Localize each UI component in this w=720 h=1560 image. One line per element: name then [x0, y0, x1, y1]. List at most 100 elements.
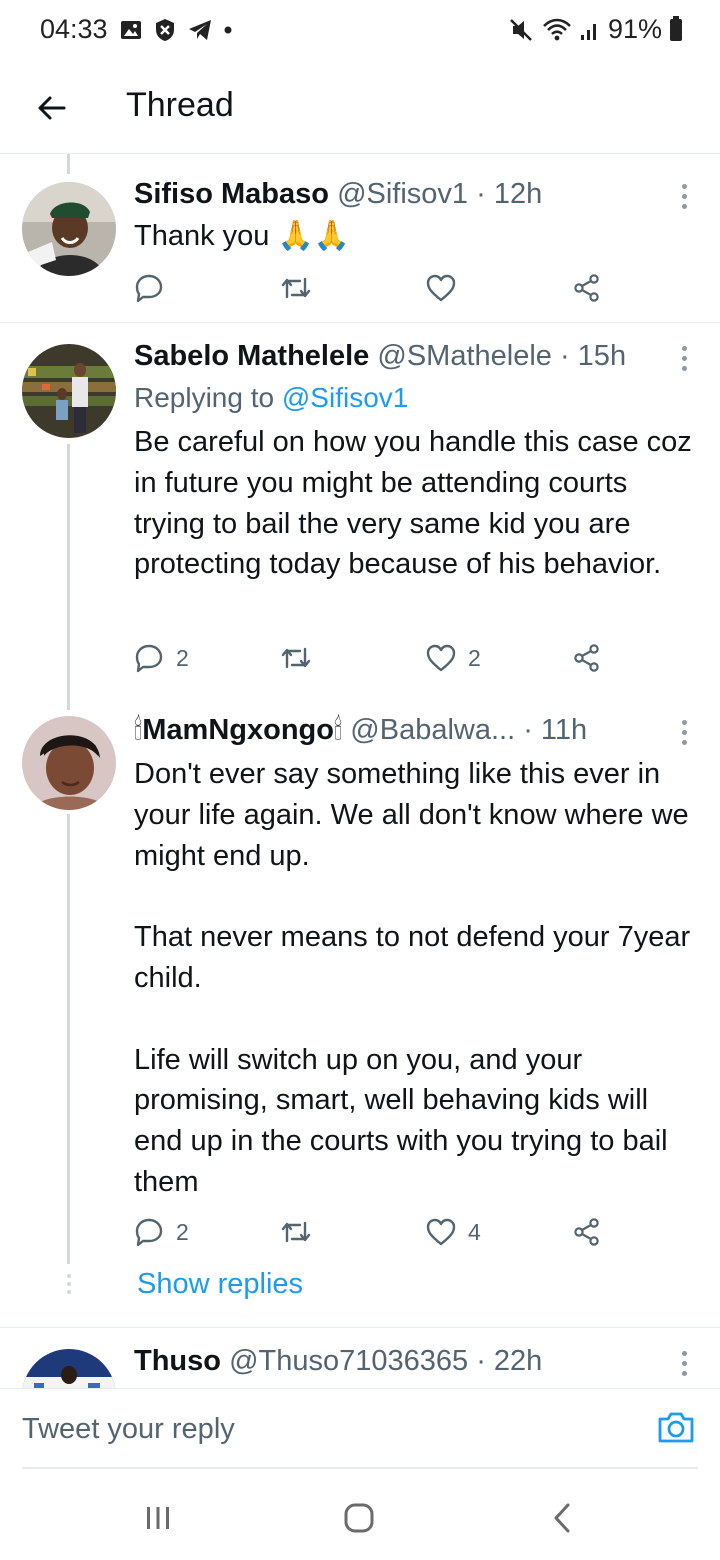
like-button[interactable] — [426, 268, 468, 308]
share-icon — [574, 644, 599, 672]
like-count: 4 — [468, 1218, 481, 1245]
recents-button[interactable] — [138, 1498, 178, 1538]
author-name[interactable]: Sifiso Mabaso — [134, 178, 329, 210]
retweet-button[interactable] — [280, 1212, 312, 1252]
battery-icon — [670, 15, 682, 41]
more-dots-icon — [681, 183, 687, 189]
retweet-button[interactable] — [280, 638, 312, 678]
more-options-button[interactable] — [672, 712, 696, 752]
signal-icon — [580, 19, 600, 41]
heart-icon — [426, 644, 456, 672]
page-title: Thread — [126, 86, 234, 124]
retweet-icon — [281, 277, 311, 299]
tweet-text: Thank you 🙏🙏 — [134, 220, 350, 252]
tweet-header: Sabelo Mathelele @SMathelele · 15h — [134, 338, 660, 374]
battery-percent: 91% — [607, 14, 662, 44]
author-handle[interactable]: @SMathelele — [377, 340, 552, 372]
share-button[interactable] — [572, 638, 602, 678]
author-name[interactable]: MamNgxongo — [142, 714, 334, 746]
share-icon — [574, 274, 599, 302]
status-right: 91% — [508, 14, 682, 45]
avatar[interactable] — [22, 1349, 116, 1388]
more-options-button[interactable] — [672, 1343, 696, 1383]
reply-count: 2 — [176, 644, 189, 671]
home-icon — [344, 1503, 374, 1533]
author-name[interactable]: Sabelo Mathelele — [134, 340, 369, 372]
telegram-icon — [188, 19, 212, 41]
tweet-actions: 2 2 — [134, 638, 604, 678]
camera-button[interactable] — [656, 1407, 696, 1447]
share-icon — [574, 1218, 599, 1246]
retweet-button[interactable] — [280, 268, 312, 308]
tweet-header: Sifiso Mabaso @Sifisov1 · 12h — [134, 176, 660, 212]
replying-to-mention[interactable]: @Sifisov1 — [282, 382, 408, 413]
mute-icon — [508, 17, 534, 43]
reply-button[interactable]: 2 — [134, 638, 189, 678]
arrow-left-icon — [38, 96, 66, 120]
tweet-actions: 2 4 — [134, 1212, 604, 1252]
replying-to: Replying to @Sifisov1 — [134, 380, 408, 416]
system-back-button[interactable] — [542, 1498, 582, 1538]
home-button[interactable] — [339, 1498, 379, 1538]
like-button[interactable]: 2 — [426, 638, 481, 678]
more-dots-icon — [681, 1350, 687, 1356]
shield-icon — [154, 18, 176, 42]
author-handle[interactable]: @Sifisov1 — [337, 178, 468, 210]
app-header: Thread — [0, 62, 720, 154]
author-name[interactable]: Thuso — [134, 1345, 221, 1377]
author-handle[interactable]: @Babalwa... — [350, 714, 515, 746]
reply-button[interactable] — [134, 268, 176, 308]
more-dots-icon — [681, 345, 687, 351]
retweet-icon — [281, 1221, 311, 1243]
author-handle[interactable]: @Thuso71036365 — [229, 1345, 468, 1377]
tweet[interactable]: Sifiso Mabaso @Sifisov1 · 12h Thank you … — [0, 154, 720, 323]
status-left: 04:33 — [40, 14, 232, 45]
reply-count: 2 — [176, 1218, 189, 1245]
share-button[interactable] — [572, 268, 602, 308]
retweet-icon — [281, 647, 311, 669]
tweet-time: · 15h — [559, 340, 627, 372]
reply-input[interactable]: Tweet your reply — [22, 1413, 235, 1446]
thread-more-dots — [66, 1274, 72, 1294]
tweet-header: 🕯MamNgxongo🕯 @Babalwa... · 11h — [134, 712, 660, 748]
more-options-button[interactable] — [672, 338, 696, 378]
reply-icon — [135, 274, 163, 303]
like-button[interactable]: 4 — [426, 1212, 481, 1252]
tweet[interactable]: Sabelo Mathelele @SMathelele · 15h Reply… — [0, 324, 720, 696]
reply-composer: Tweet your reply — [0, 1388, 720, 1469]
reply-button[interactable]: 2 — [134, 1212, 189, 1252]
tweet[interactable]: 🕯MamNgxongo🕯 @Babalwa... · 11h Don't eve… — [0, 696, 720, 1328]
recents-icon — [147, 1507, 169, 1529]
avatar[interactable] — [22, 344, 116, 438]
camera-icon — [658, 1412, 694, 1443]
show-replies-link[interactable]: Show replies — [137, 1268, 303, 1301]
status-time: 04:33 — [40, 14, 108, 44]
avatar[interactable] — [22, 716, 116, 810]
system-nav-bar — [0, 1470, 720, 1560]
candle-emoji-icon: 🕯 — [134, 714, 143, 746]
tweet-time: · 22h — [476, 1345, 543, 1377]
dot-icon — [224, 26, 232, 34]
status-bar: 04:33 91% — [0, 0, 720, 62]
candle-emoji-icon: 🕯 — [333, 714, 343, 746]
back-button[interactable] — [24, 80, 80, 136]
tweet-time: · 12h — [476, 178, 543, 210]
wifi-icon — [542, 18, 572, 42]
avatar[interactable] — [22, 182, 116, 276]
gallery-icon — [120, 19, 142, 41]
back-icon — [554, 1503, 570, 1533]
tweet-text: Don't ever say something like this ever … — [134, 758, 691, 1198]
more-options-button[interactable] — [672, 176, 696, 216]
share-button[interactable] — [572, 1212, 602, 1252]
like-count: 2 — [468, 644, 481, 671]
tweet-time: · 11h — [523, 714, 588, 746]
thread-list[interactable]: Sifiso Mabaso @Sifisov1 · 12h Thank you … — [0, 154, 720, 1388]
tweet-actions — [134, 268, 604, 308]
tweet-text: Be careful on how you handle this case c… — [134, 426, 700, 581]
tweet-header: Thuso @Thuso71036365 · 22h — [134, 1343, 660, 1379]
more-dots-icon — [681, 719, 687, 725]
tweet[interactable]: Thuso @Thuso71036365 · 22h — [0, 1329, 720, 1388]
replying-to-label: Replying to — [134, 382, 282, 413]
heart-icon — [426, 274, 456, 302]
reply-icon — [135, 1218, 163, 1247]
